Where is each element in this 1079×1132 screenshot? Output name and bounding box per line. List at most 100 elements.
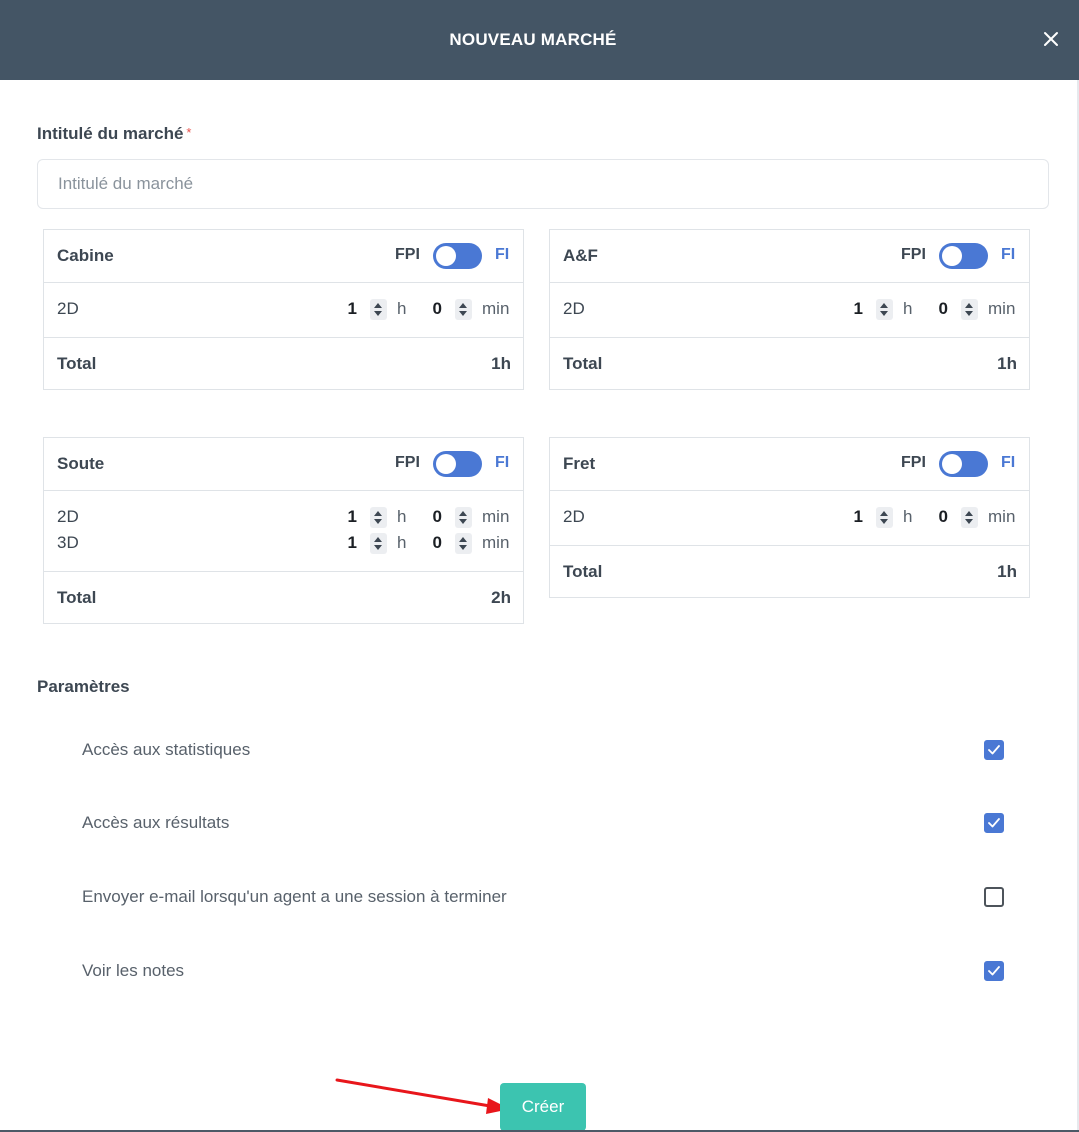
card-fret: Fret FPI FI 2D 1 h 0 min Total 1h [549,437,1030,598]
title-input[interactable] [37,159,1049,209]
caret-down-icon [374,545,382,550]
minutes-spinner[interactable] [961,299,978,320]
minutes-spinner[interactable] [455,533,472,554]
caret-down-icon [965,519,973,524]
checkbox-notes[interactable] [984,961,1004,981]
hours-value[interactable]: 1 [843,507,863,527]
caret-down-icon [374,311,382,316]
caret-up-icon [459,303,467,308]
caret-up-icon [459,537,467,542]
minutes-value[interactable]: 0 [928,299,948,319]
caret-up-icon [374,303,382,308]
duration-row-2d: 2D 1 h 0 min [550,297,1029,323]
hours-spinner[interactable] [370,507,387,528]
fpi-fi-toggle[interactable] [433,243,482,269]
fpi-label: FPI [395,454,420,471]
hours-value[interactable]: 1 [843,299,863,319]
caret-down-icon [374,519,382,524]
toggle-knob [942,246,962,266]
fpi-fi-toggle[interactable] [939,451,988,477]
fi-label: FI [495,454,510,471]
checkbox-results[interactable] [984,813,1004,833]
minutes-spinner[interactable] [455,299,472,320]
card-rows: 2D 1 h 0 min 3D 1 h 0 min [44,491,523,572]
minutes-value[interactable]: 0 [422,507,442,527]
hours-value[interactable]: 1 [337,533,357,553]
checkmark-icon [988,966,1000,976]
row-label: 2D [57,507,79,526]
row-label: 2D [57,299,79,318]
toggle-knob [436,246,456,266]
card-cabine: Cabine FPI FI 2D 1 h 0 min Total 1h [43,229,524,390]
caret-down-icon [880,311,888,316]
total-value: 1h [491,354,511,373]
card-header: Cabine FPI FI [44,230,523,283]
close-button[interactable] [1038,26,1064,52]
card-title: Fret [563,454,596,473]
fpi-fi-toggle[interactable] [939,243,988,269]
modal-header: NOUVEAU MARCHÉ [0,0,1079,80]
create-button[interactable]: Créer [500,1083,586,1131]
card-title: Soute [57,454,105,473]
total-value: 1h [997,562,1017,581]
caret-down-icon [459,311,467,316]
hours-spinner[interactable] [876,299,893,320]
checkmark-icon [988,745,1000,755]
minutes-value[interactable]: 0 [422,299,442,319]
caret-up-icon [374,511,382,516]
total-label: Total [57,588,97,607]
checkbox-email-notify[interactable] [984,887,1004,907]
fpi-label: FPI [901,454,926,471]
param-label-results: Accès aux résultats [82,813,230,832]
hours-unit: h [397,299,407,318]
title-field-label-text: Intitulé du marché [37,124,184,143]
hours-value[interactable]: 1 [337,299,357,319]
card-total: Total 1h [550,546,1029,597]
param-label-email-notify: Envoyer e-mail lorsqu'un agent a une ses… [82,887,507,906]
card-total: Total 2h [44,572,523,623]
caret-down-icon [965,311,973,316]
card-title: A&F [563,246,598,265]
card-header: Fret FPI FI [550,438,1029,491]
fpi-label: FPI [395,246,420,263]
close-icon [1044,32,1058,46]
total-value: 1h [997,354,1017,373]
hours-spinner[interactable] [370,299,387,320]
card-total: Total 1h [44,338,523,389]
minutes-spinner[interactable] [961,507,978,528]
minutes-value[interactable]: 0 [928,507,948,527]
fi-label: FI [495,246,510,263]
minutes-spinner[interactable] [455,507,472,528]
hours-value[interactable]: 1 [337,507,357,527]
checkmark-icon [988,818,1000,828]
card-soute: Soute FPI FI 2D 1 h 0 min 3D 1 h 0 min T… [43,437,524,624]
hours-spinner[interactable] [370,533,387,554]
caret-up-icon [374,537,382,542]
card-header: A&F FPI FI [550,230,1029,283]
caret-up-icon [965,511,973,516]
minutes-unit: min [482,299,510,318]
caret-up-icon [459,511,467,516]
card-rows: 2D 1 h 0 min [550,491,1029,546]
total-label: Total [57,354,97,373]
modal-title: NOUVEAU MARCHÉ [449,30,617,49]
fpi-label: FPI [901,246,926,263]
minutes-unit: min [482,533,510,552]
param-label-statistics: Accès aux statistiques [82,740,251,759]
duration-row-3d: 3D 1 h 0 min [44,531,523,557]
card-header: Soute FPI FI [44,438,523,491]
param-label-notes: Voir les notes [82,961,185,980]
fi-label: FI [1001,246,1016,263]
hours-unit: h [397,507,407,526]
row-label: 2D [563,507,585,526]
minutes-value[interactable]: 0 [422,533,442,553]
hours-spinner[interactable] [876,507,893,528]
duration-row-2d: 2D 1 h 0 min [44,297,523,323]
total-label: Total [563,562,603,581]
caret-down-icon [459,545,467,550]
fpi-fi-toggle[interactable] [433,451,482,477]
hours-unit: h [397,533,407,552]
row-label: 2D [563,299,585,318]
checkbox-statistics[interactable] [984,740,1004,760]
fi-label: FI [1001,454,1016,471]
